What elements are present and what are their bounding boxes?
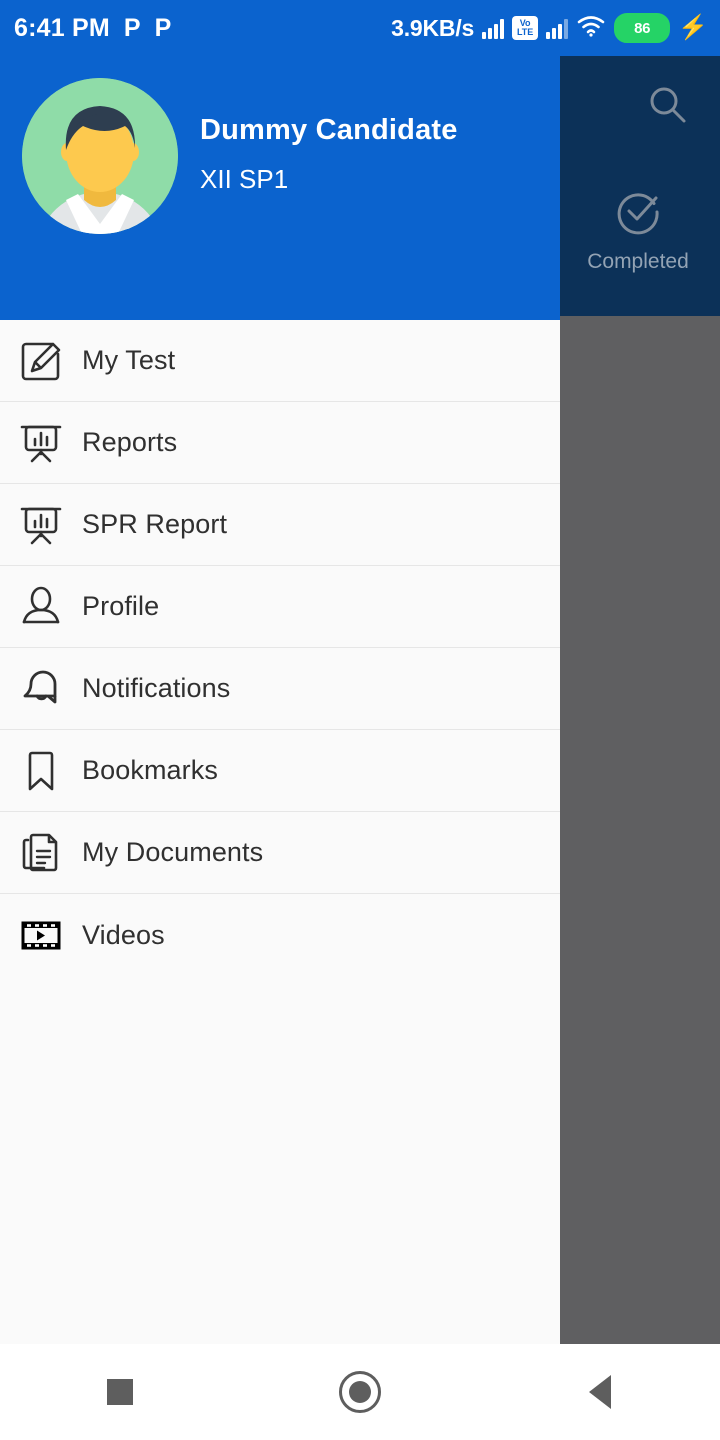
sidebar-item-label: Notifications xyxy=(82,673,231,703)
charging-bolt-icon: ⚡ xyxy=(678,14,708,41)
presentation-chart-icon xyxy=(0,502,82,548)
sidebar-item-label: SPR Report xyxy=(82,509,228,539)
signal-bars-icon-2 xyxy=(546,17,569,39)
bookmark-icon xyxy=(0,748,82,794)
presentation-chart-icon xyxy=(0,420,82,466)
drawer-header: Dummy Candidate XII SP1 xyxy=(0,56,560,320)
battery-icon: 86 xyxy=(614,13,671,43)
drawer-menu-list: My Test Reports SPR Report Profile Notif… xyxy=(0,320,560,976)
volte-icon: Vo LTE xyxy=(512,16,539,40)
back-triangle-icon xyxy=(589,1375,611,1409)
sidebar-item-label: Reports xyxy=(82,427,178,457)
film-play-icon xyxy=(0,912,82,958)
sidebar-item-notifications[interactable]: Notifications xyxy=(0,648,560,730)
home-button[interactable] xyxy=(240,1344,480,1440)
profile-subtitle: XII SP1 xyxy=(200,164,289,195)
recents-button[interactable] xyxy=(0,1344,240,1440)
back-button[interactable] xyxy=(480,1344,720,1440)
sidebar-item-label: Bookmarks xyxy=(82,755,218,785)
user-icon xyxy=(0,584,82,630)
network-speed-label: 3.9KB/s xyxy=(391,14,475,41)
home-circle-icon xyxy=(339,1371,381,1413)
recents-square-icon xyxy=(107,1379,133,1405)
navigation-drawer: Dummy Candidate XII SP1 My Test Reports … xyxy=(0,56,560,1344)
check-circle-icon xyxy=(612,186,664,243)
phone-screen: Completed Dummy Candidate XII SP1 My Tes… xyxy=(0,0,720,1440)
sidebar-item-label: Videos xyxy=(82,919,165,950)
status-bar-right: 3.9KB/s Vo LTE 86 ⚡ xyxy=(391,13,720,43)
battery-level-label: 86 xyxy=(634,19,651,37)
wifi-icon xyxy=(576,14,606,43)
sidebar-item-my-test[interactable]: My Test xyxy=(0,320,560,402)
avatar[interactable] xyxy=(22,78,178,234)
sidebar-item-reports[interactable]: Reports xyxy=(0,402,560,484)
signal-bars-icon xyxy=(482,17,505,39)
profile-name: Dummy Candidate xyxy=(200,114,458,146)
sidebar-item-videos[interactable]: Videos xyxy=(0,894,560,976)
documents-icon xyxy=(0,830,82,876)
sidebar-item-my-documents[interactable]: My Documents xyxy=(0,812,560,894)
status-clock: 6:41 PM xyxy=(14,13,110,42)
bell-icon xyxy=(0,666,82,712)
status-bar: 6:41 PM P P 3.9KB/s Vo LTE 86 ⚡ xyxy=(0,0,720,56)
status-bar-left: 6:41 PM P P xyxy=(0,13,172,42)
search-icon[interactable] xyxy=(644,82,692,130)
edit-square-icon xyxy=(0,338,82,384)
sidebar-item-label: My Test xyxy=(82,345,176,375)
sidebar-item-label: Profile xyxy=(82,591,160,621)
android-nav-bar xyxy=(0,1344,720,1440)
volte-bottom-label: LTE xyxy=(516,27,534,37)
tab-completed[interactable]: Completed xyxy=(556,186,720,272)
notification-p-icon-2: P xyxy=(154,13,172,42)
profile-text: Dummy Candidate XII SP1 xyxy=(200,114,458,195)
notification-p-icon: P xyxy=(123,13,141,42)
tab-completed-label: Completed xyxy=(587,250,689,273)
sidebar-item-profile[interactable]: Profile xyxy=(0,566,560,648)
sidebar-item-label: My Documents xyxy=(82,837,264,867)
sidebar-item-bookmarks[interactable]: Bookmarks xyxy=(0,730,560,812)
sidebar-item-spr-report[interactable]: SPR Report xyxy=(0,484,560,566)
